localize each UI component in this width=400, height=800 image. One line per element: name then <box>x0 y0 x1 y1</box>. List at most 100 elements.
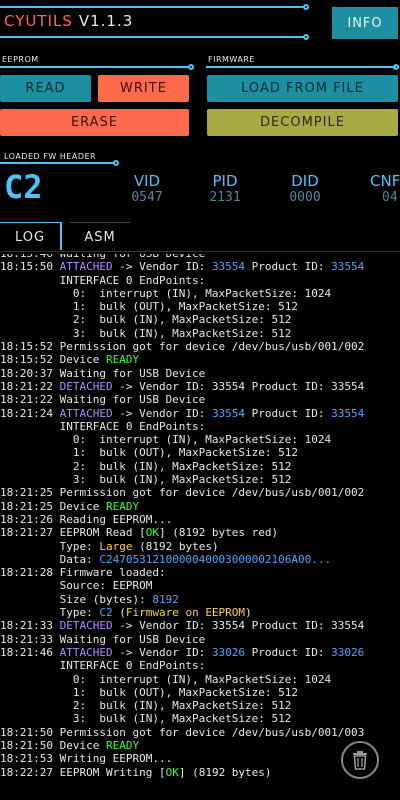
tab-log-edge <box>60 222 62 250</box>
log-segment: 1: bulk (OUT), MaxPacketSize: 512 <box>0 685 299 699</box>
log-line: 3: bulk (IN), MaxPacketSize: 512 <box>0 473 400 486</box>
log-segment: -> Vendor ID: <box>112 406 212 420</box>
log-line: 18:22:27 EEPROM Writing [OK] (8192 bytes… <box>0 766 400 779</box>
log-line: 18:15:52 Device READY <box>0 353 400 366</box>
log-segment: OK <box>145 526 159 540</box>
log-segment: 3: bulk (IN), MaxPacketSize: 512 <box>0 473 292 487</box>
log-segment: READY <box>105 738 140 752</box>
write-button[interactable]: WRITE <box>98 75 189 102</box>
clear-log-button[interactable] <box>341 741 379 779</box>
log-segment: 0: interrupt (IN), MaxPacketSize: 1024 <box>0 672 332 686</box>
log-segment: -> Vendor ID: <box>112 260 212 274</box>
app-title: CYUTILS V1.1.3 <box>4 12 133 30</box>
log-segment: 18:21:33 Waiting for USB Device <box>0 632 206 646</box>
cnf-field: CNF 04 <box>370 172 400 205</box>
log-line: 1: bulk (OUT), MaxPacketSize: 512 <box>0 446 400 459</box>
log-segment: 18:21:22 <box>0 379 60 393</box>
log-segment: Product ID: <box>245 645 332 659</box>
log-segment: DETACHED <box>59 619 113 633</box>
log-segment: -> Vendor ID: 33554 Product ID: 33554 <box>112 619 365 633</box>
log-line: 18:21:46 ATTACHED -> Vendor ID: 33026 Pr… <box>0 646 400 659</box>
log-segment: 18:21:25 Device <box>0 499 106 513</box>
log-segment: 1: bulk (OUT), MaxPacketSize: 512 <box>0 446 299 460</box>
fw-header-divider <box>0 162 115 164</box>
fw-header-label: LOADED FW HEADER <box>4 152 97 161</box>
tab-asm[interactable]: ASM <box>70 223 130 251</box>
read-button[interactable]: READ <box>0 75 91 102</box>
log-segment: Type: <box>0 606 100 620</box>
log-segment: INTERFACE 0 EndPoints: <box>0 419 206 433</box>
log-segment: 18:21:24 <box>0 406 60 420</box>
log-line: 1: bulk (OUT), MaxPacketSize: 512 <box>0 686 400 699</box>
log-segment: INTERFACE 0 EndPoints: <box>0 273 206 287</box>
log-line: 18:21:50 Device READY <box>0 739 400 752</box>
log-line: 2: bulk (IN), MaxPacketSize: 512 <box>0 313 400 326</box>
log-segment: 3: bulk (IN), MaxPacketSize: 512 <box>0 326 292 340</box>
did-field: DID 0000 <box>276 172 334 205</box>
firmware-divider-end <box>393 64 399 70</box>
log-segment: INTERFACE 0 EndPoints: <box>0 659 206 673</box>
log-line: 18:21:50 Permission got for device /dev/… <box>0 726 400 739</box>
log-line: Size (bytes): 8192 <box>0 593 400 606</box>
firmware-section-label: FIRMWARE <box>208 55 255 64</box>
log-segment: Size (bytes): <box>0 592 153 606</box>
log-line: 18:21:25 Permission got for device /dev/… <box>0 486 400 499</box>
log-segment: 33554 <box>211 260 246 274</box>
log-segment: 18:21:33 <box>0 619 60 633</box>
cnf-label: CNF <box>370 172 400 190</box>
log-segment: 33554 <box>331 406 365 420</box>
log-segment: 1: bulk (OUT), MaxPacketSize: 512 <box>0 300 299 314</box>
log-segment: 33026 <box>331 645 365 659</box>
log-line: Type: C2 (Firmware on EEPROM) <box>0 606 400 619</box>
did-value: 0000 <box>289 190 321 205</box>
log-segment: READY <box>105 499 140 513</box>
log-segment: Data: <box>0 552 100 566</box>
did-label: DID <box>291 172 319 190</box>
log-line: 3: bulk (IN), MaxPacketSize: 512 <box>0 712 400 725</box>
log-segment: 18:15:52 Device <box>0 353 106 367</box>
log-line: Source: EEPROM <box>0 579 400 592</box>
load-from-file-button[interactable]: LOAD FROM FILE <box>207 75 398 102</box>
vid-field: VID 0547 <box>118 172 176 205</box>
log-segment: OK <box>165 765 179 779</box>
log-segment: 33554 <box>211 406 246 420</box>
log-line: INTERFACE 0 EndPoints: <box>0 420 400 433</box>
firmware-divider <box>206 66 396 68</box>
eeprom-section-label: EEPROM <box>2 55 39 64</box>
log-line: 2: bulk (IN), MaxPacketSize: 512 <box>0 699 400 712</box>
log-line: 18:21:33 Waiting for USB Device <box>0 633 400 646</box>
log-line: 0: interrupt (IN), MaxPacketSize: 1024 <box>0 673 400 686</box>
log-segment: 33026 <box>211 645 246 659</box>
log-segment: ATTACHED <box>59 260 113 274</box>
log-segment: 3: bulk (IN), MaxPacketSize: 512 <box>0 712 292 726</box>
eeprom-divider <box>0 66 190 68</box>
log-segment: ) <box>245 606 252 620</box>
decompile-button[interactable]: DECOMPILE <box>207 109 398 136</box>
log-segment: 2: bulk (IN), MaxPacketSize: 512 <box>0 699 292 713</box>
log-segment: 18:21:22 Waiting for USB Device <box>0 393 206 407</box>
log-line: Type: Large (8192 bytes) <box>0 540 400 553</box>
log-segment: -> Vendor ID: 33554 Product ID: 33554 <box>112 379 365 393</box>
log-line: INTERFACE 0 EndPoints: <box>0 659 400 672</box>
log-segment: ATTACHED <box>59 406 113 420</box>
log-segment: -> Vendor ID: <box>112 645 212 659</box>
bottom-divider <box>0 36 305 38</box>
log-line: INTERFACE 0 EndPoints: <box>0 274 400 287</box>
log-view[interactable]: 18:15:46 Waiting for USB Device18:15:50 … <box>0 254 400 800</box>
log-segment: 18:20:37 Waiting for USB Device <box>0 366 206 380</box>
log-line: 18:21:25 Device READY <box>0 500 400 513</box>
info-button[interactable]: INFO <box>332 7 398 39</box>
log-line: 18:15:50 ATTACHED -> Vendor ID: 33554 Pr… <box>0 260 400 273</box>
log-line: 18:21:22 DETACHED -> Vendor ID: 33554 Pr… <box>0 380 400 393</box>
log-segment: DETACHED <box>59 379 113 393</box>
log-line: 0: interrupt (IN), MaxPacketSize: 1024 <box>0 433 400 446</box>
log-segment: C2 <box>99 606 113 620</box>
tab-baseline <box>0 251 400 252</box>
log-segment: 18:21:50 Device <box>0 738 106 752</box>
pid-field: PID 2131 <box>196 172 254 205</box>
vid-value: 0547 <box>131 190 163 205</box>
erase-button[interactable]: ERASE <box>0 109 189 136</box>
log-segment: Type: <box>0 539 100 553</box>
tab-log[interactable]: LOG <box>0 223 60 251</box>
log-segment: 18:21:25 Permission got for device /dev/… <box>0 486 365 500</box>
